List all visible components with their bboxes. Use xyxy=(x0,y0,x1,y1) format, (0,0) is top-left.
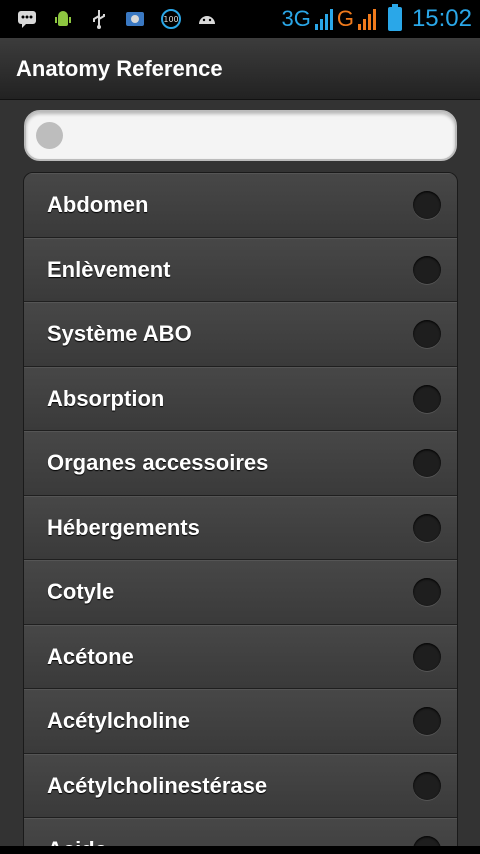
usb-icon xyxy=(88,8,110,30)
arrow-circle-icon xyxy=(413,707,441,736)
list-item-label: Acétylcholine xyxy=(47,708,191,734)
arrow-circle-icon xyxy=(413,578,441,607)
status-bar: 100 3G G 15:02 xyxy=(0,0,480,38)
svg-text:100: 100 xyxy=(163,15,178,24)
signal-3g-icon xyxy=(314,8,333,30)
search-box[interactable] xyxy=(24,110,457,161)
network-3g-label: 3G xyxy=(281,6,311,31)
android-mascot-icon xyxy=(52,8,74,30)
list-item-label: Cotyle xyxy=(47,579,115,605)
list-item[interactable]: Organes accessoires xyxy=(24,431,457,496)
signal-g-icon xyxy=(357,8,376,30)
anatomy-list: Abdomen Enlèvement Système ABO Absorptio… xyxy=(23,172,458,854)
arrow-circle-icon xyxy=(413,320,441,349)
list-item[interactable]: Système ABO xyxy=(24,302,457,367)
bottom-edge xyxy=(0,846,480,854)
list-item[interactable]: Cotyle xyxy=(24,560,457,625)
arrow-circle-icon xyxy=(413,513,441,542)
list-item-label: Acétone xyxy=(47,643,134,669)
list-item-label: Acétylcholinestérase xyxy=(47,772,268,798)
arrow-circle-icon xyxy=(413,642,441,671)
arrow-circle-icon xyxy=(413,191,441,220)
arrow-circle-icon xyxy=(413,255,441,284)
app-header: Anatomy Reference xyxy=(0,38,480,100)
list-item[interactable]: Enlèvement xyxy=(24,237,457,302)
list-item-label: Enlèvement xyxy=(47,256,171,282)
page-title: Anatomy Reference xyxy=(16,55,223,81)
list-item[interactable]: Absorption xyxy=(24,366,457,431)
list-item-label: Abdomen xyxy=(47,192,149,218)
arrow-circle-icon xyxy=(413,449,441,478)
bbm-icon xyxy=(16,8,38,30)
list-item[interactable]: Acétylcholine xyxy=(24,689,457,754)
list-item-label: Système ABO xyxy=(47,321,192,347)
battery-icon xyxy=(387,4,402,31)
android-debug-icon xyxy=(196,8,218,30)
list-item[interactable]: Acétylcholinestérase xyxy=(24,753,457,818)
clock: 15:02 xyxy=(411,5,472,32)
network-g-label: G xyxy=(336,6,354,31)
list-item-label: Hébergements xyxy=(47,514,200,540)
arrow-circle-icon xyxy=(413,771,441,800)
list-item[interactable]: Hébergements xyxy=(24,495,457,560)
list-item-label: Organes accessoires xyxy=(47,450,269,476)
search-input[interactable] xyxy=(73,115,455,156)
list-item-label: Absorption xyxy=(47,385,165,411)
battery-100-icon: 100 xyxy=(160,8,182,30)
list-item[interactable]: Abdomen xyxy=(24,173,457,238)
arrow-circle-icon xyxy=(413,384,441,413)
list-item[interactable]: Acétone xyxy=(24,624,457,689)
photo-icon xyxy=(124,8,146,30)
search-icon xyxy=(36,122,63,149)
